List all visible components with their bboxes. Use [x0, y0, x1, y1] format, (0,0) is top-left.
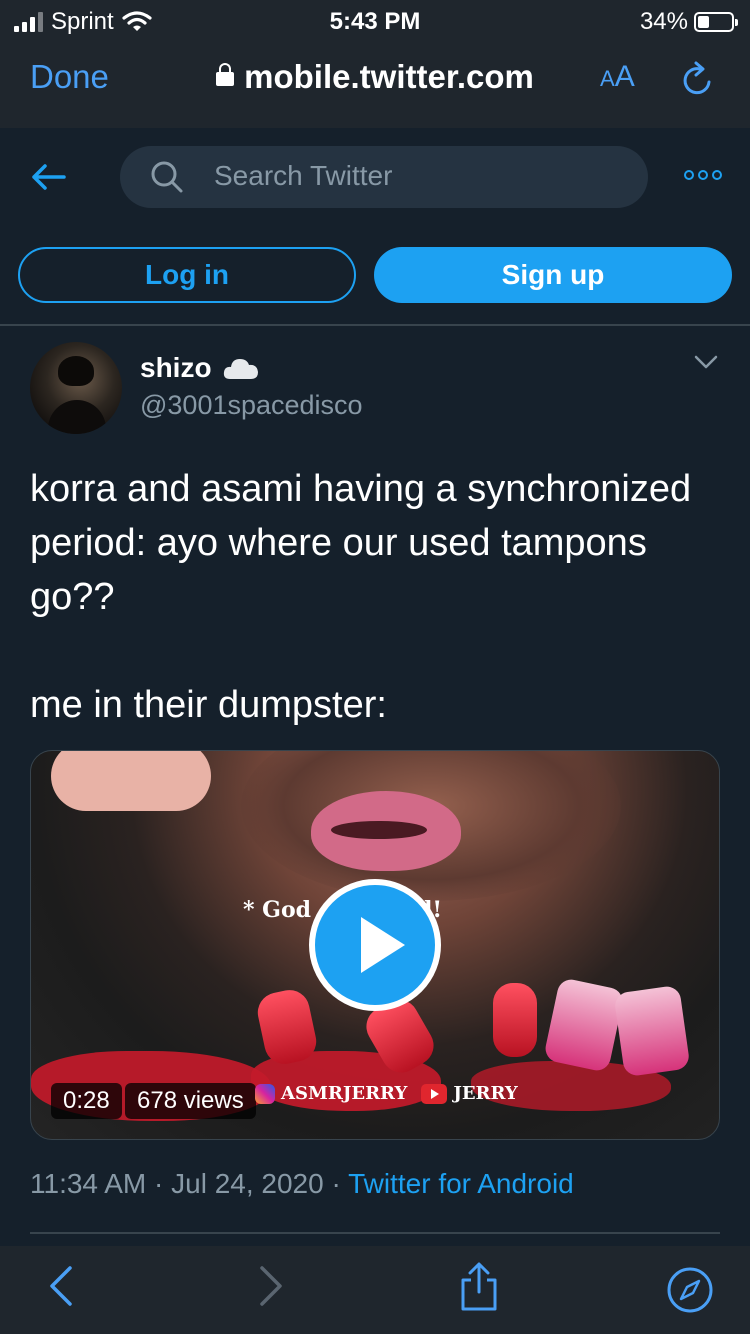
tweet-meta: 11:34 AM · Jul 24, 2020 · Twitter for An…	[30, 1168, 574, 1199]
address-bar[interactable]: mobile.twitter.com	[0, 58, 750, 96]
clock: 5:43 PM	[329, 8, 421, 35]
search-placeholder: Search Twitter	[214, 160, 393, 191]
status-bar: Sprint 5:43 PM 34%	[0, 0, 750, 42]
battery-percent: 34%	[639, 8, 688, 35]
tweet-time[interactable]: 11:34 AM	[30, 1168, 146, 1199]
browser-bottom-toolbar	[0, 1246, 750, 1334]
avatar[interactable]	[30, 342, 122, 434]
battery-icon	[694, 12, 738, 32]
user-handle[interactable]: @3001spacedisco	[140, 390, 363, 421]
reload-icon[interactable]	[678, 60, 716, 100]
video-duration: 0:28	[51, 1083, 122, 1119]
youtube-icon	[421, 1083, 448, 1104]
chevron-down-icon[interactable]	[694, 354, 718, 370]
share-icon[interactable]	[458, 1262, 500, 1312]
video-caption: * Godd!	[243, 897, 442, 923]
search-icon	[151, 161, 183, 193]
instagram-icon	[255, 1083, 275, 1104]
search-input[interactable]: Search Twitter	[120, 146, 648, 208]
display-name[interactable]: shizo	[140, 352, 260, 384]
browser-toolbar: Done mobile.twitter.com AA	[0, 42, 750, 128]
url-text: mobile.twitter.com	[244, 58, 534, 95]
tweet-text-paragraph: korra and asami having a synchronized pe…	[30, 468, 692, 618]
video-views: 678 views	[125, 1083, 256, 1119]
tweet-date[interactable]: Jul 24, 2020	[171, 1168, 324, 1199]
compass-icon[interactable]	[666, 1266, 714, 1314]
back-icon[interactable]	[46, 1264, 76, 1308]
signup-button[interactable]: Sign up	[374, 247, 732, 303]
play-button[interactable]	[309, 879, 441, 1011]
video-watermark: ASMRJERRY JERRY	[255, 1083, 518, 1104]
forward-icon[interactable]	[256, 1264, 286, 1308]
twitter-header: Search Twitter Log in Sign up	[0, 128, 750, 326]
video-player[interactable]: * Godd! 0:28 678 views ASMRJERRY JERRY	[30, 750, 720, 1140]
tweet-text-paragraph: me in their dumpster:	[30, 684, 387, 726]
cloud-icon	[223, 359, 258, 379]
back-arrow-icon[interactable]	[30, 162, 66, 192]
tweet-text: korra and asami having a synchronized pe…	[30, 462, 720, 786]
more-icon[interactable]	[684, 170, 722, 180]
lock-icon	[216, 63, 235, 86]
divider	[30, 1232, 720, 1234]
tweet-source[interactable]: Twitter for Android	[348, 1168, 574, 1199]
login-button[interactable]: Log in	[18, 247, 356, 303]
text-size-button[interactable]: AA	[600, 60, 635, 94]
